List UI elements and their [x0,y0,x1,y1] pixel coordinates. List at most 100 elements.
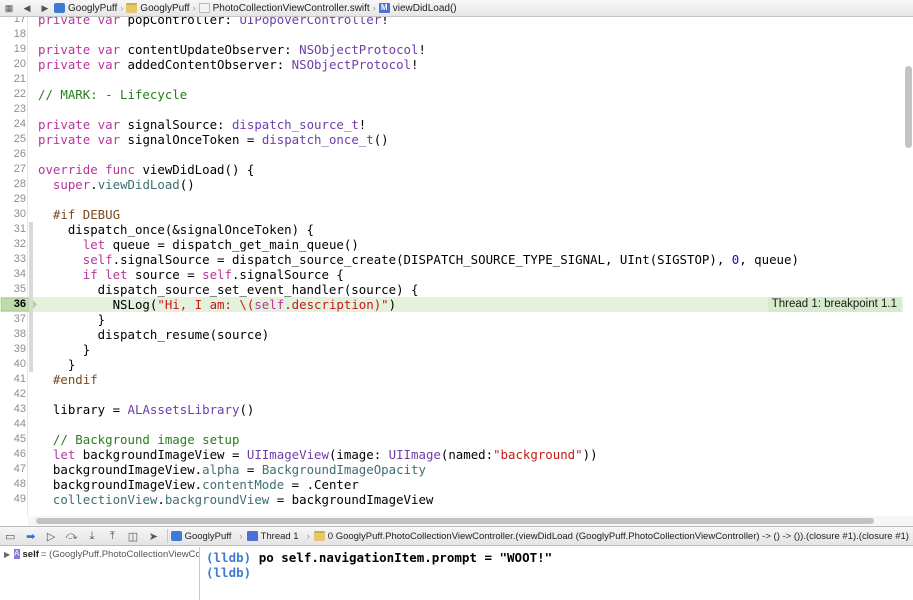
line-number[interactable]: 39 [0,342,26,357]
line-number[interactable]: 37 [0,312,26,327]
location-icon[interactable]: ➤ [143,527,163,545]
code-line[interactable]: 30 #if DEBUG [0,207,903,222]
line-number[interactable]: 43 [0,402,26,417]
line-number[interactable]: 49 [0,492,26,507]
variable-row[interactable]: ▶ A self = (GooglyPuff.PhotoCollectionVi… [0,547,199,561]
debug-crumb-frame[interactable]: 0 GooglyPuff.PhotoCollectionViewControll… [313,531,909,542]
code-token: NSObjectProtocol [291,57,412,72]
related-items-icon[interactable]: ▦ [0,0,18,16]
breakpoints-toggle-icon[interactable]: ➡ [20,527,40,545]
line-number[interactable]: 47 [0,462,26,477]
code-token: )) [582,447,598,462]
line-number[interactable]: 19 [0,42,26,57]
line-number[interactable]: 41 [0,372,26,387]
line-number[interactable]: 30 [0,207,26,222]
code-line[interactable]: 26 [0,147,903,162]
line-number[interactable]: 24 [0,117,26,132]
line-number[interactable]: 28 [0,177,26,192]
code-line[interactable]: 37 } [0,312,903,327]
code-line[interactable]: 24 private var signalSource: dispatch_sou… [0,117,903,132]
jumpbar-method[interactable]: M viewDidLoad() [378,3,457,14]
code-line[interactable]: 20 private var addedContentObserver: NSOb… [0,57,903,72]
view-hierarchy-icon[interactable]: ◫ [123,527,143,545]
debug-crumb-project[interactable]: GooglyPuff [170,531,231,542]
code-line[interactable]: 21 [0,72,903,87]
code-line[interactable]: 29 [0,192,903,207]
code-line[interactable]: 28 super.viewDidLoad() [0,177,903,192]
line-number[interactable]: 26 [0,147,26,162]
vertical-scrollbar[interactable] [905,66,912,148]
code-line[interactable]: 36 NSLog("Hi, I am: \(self.description)"… [0,297,903,312]
code-line[interactable]: 49 collectionView.backgroundView = backg… [0,492,903,507]
line-number[interactable]: 21 [0,72,26,87]
code-line[interactable]: 44 [0,417,903,432]
code-line[interactable]: 45 // Background image setup [0,432,903,447]
line-number[interactable]: 31 [0,222,26,237]
code-line[interactable]: 40 } [0,357,903,372]
jumpbar-file[interactable]: PhotoCollectionViewController.swift [198,3,370,14]
variables-view[interactable]: ▶ A self = (GooglyPuff.PhotoCollectionVi… [0,547,200,600]
line-number[interactable]: 25 [0,132,26,147]
lldb-console[interactable]: (lldb) po self.navigationItem.prompt = "… [206,550,906,580]
step-out-icon[interactable]: ⤒ [102,527,122,545]
code-line[interactable]: 32 let queue = dispatch_get_main_queue() [0,237,903,252]
line-number[interactable]: 48 [0,477,26,492]
line-number[interactable]: 40 [0,357,26,372]
jumpbar-project[interactable]: GooglyPuff [54,3,117,14]
code-token: self [82,252,113,267]
line-number[interactable]: 23 [0,102,26,117]
debug-crumb-thread[interactable]: Thread 1 [246,531,299,542]
disclosure-triangle-icon[interactable]: ▶ [4,550,10,559]
line-number[interactable]: 38 [0,327,26,342]
code-token: ! [381,17,389,27]
line-number[interactable]: 17 [0,17,26,27]
continue-icon[interactable]: ▷ [41,527,61,545]
step-over-icon[interactable]: ⤼ [61,527,81,545]
line-number[interactable]: 33 [0,252,26,267]
line-number[interactable]: 36 [0,297,26,312]
code-line[interactable]: 38 dispatch_resume(source) [0,327,903,342]
code-text: // Background image setup [38,432,240,447]
code-line[interactable]: 35 dispatch_source_set_event_handler(sou… [0,282,903,297]
code-line[interactable]: 31 dispatch_once(&signalOnceToken) { [0,222,903,237]
code-line[interactable]: 47 backgroundImageView.alpha = Backgroun… [0,462,903,477]
line-number[interactable]: 34 [0,267,26,282]
code-fold-ribbon[interactable] [29,222,33,372]
line-number[interactable]: 44 [0,417,26,432]
code-line[interactable]: 18 [0,27,903,42]
line-number[interactable]: 27 [0,162,26,177]
line-number[interactable]: 29 [0,192,26,207]
hide-debug-area-icon[interactable]: ▭ [0,527,20,545]
code-line[interactable]: 46 let backgroundImageView = UIImageView… [0,447,903,462]
step-into-icon[interactable]: ⤓ [82,527,102,545]
code-line[interactable]: 48 backgroundImageView.contentMode = .Ce… [0,477,903,492]
line-number[interactable]: 45 [0,432,26,447]
line-number[interactable]: 42 [0,387,26,402]
code-line[interactable]: 33 self.signalSource = dispatch_source_c… [0,252,903,267]
code-line[interactable]: 19 private var contentUpdateObserver: NSO… [0,42,903,57]
code-token: #if DEBUG [38,207,121,222]
back-arrow-icon[interactable]: ◀ [18,0,36,16]
code-line[interactable]: 34 if let source = self.signalSource { [0,267,903,282]
source-editor[interactable]: 17 private var popController: UIPopoverCo… [0,17,903,516]
code-line[interactable]: 39 } [0,342,903,357]
code-line[interactable]: 17 private var popController: UIPopoverCo… [0,17,903,27]
code-line[interactable]: 42 [0,387,903,402]
line-number[interactable]: 32 [0,237,26,252]
code-line[interactable]: 27 override func viewDidLoad() { [0,162,903,177]
line-number[interactable]: 35 [0,282,26,297]
code-token: UIImageView [246,447,329,462]
line-number[interactable]: 20 [0,57,26,72]
line-number[interactable]: 22 [0,87,26,102]
code-token: } [38,357,76,372]
code-line[interactable]: 23 [0,102,903,117]
horizontal-scrollbar[interactable] [36,518,874,524]
jumpbar-group[interactable]: GooglyPuff [126,3,190,14]
code-line[interactable]: 25 private var signalOnceToken = dispatch… [0,132,903,147]
forward-arrow-icon[interactable]: ▶ [36,0,54,16]
line-number[interactable]: 18 [0,27,26,42]
code-line[interactable]: 43 library = ALAssetsLibrary() [0,402,903,417]
code-line[interactable]: 22 // MARK: - Lifecycle [0,87,903,102]
line-number[interactable]: 46 [0,447,26,462]
code-line[interactable]: 41 #endif [0,372,903,387]
